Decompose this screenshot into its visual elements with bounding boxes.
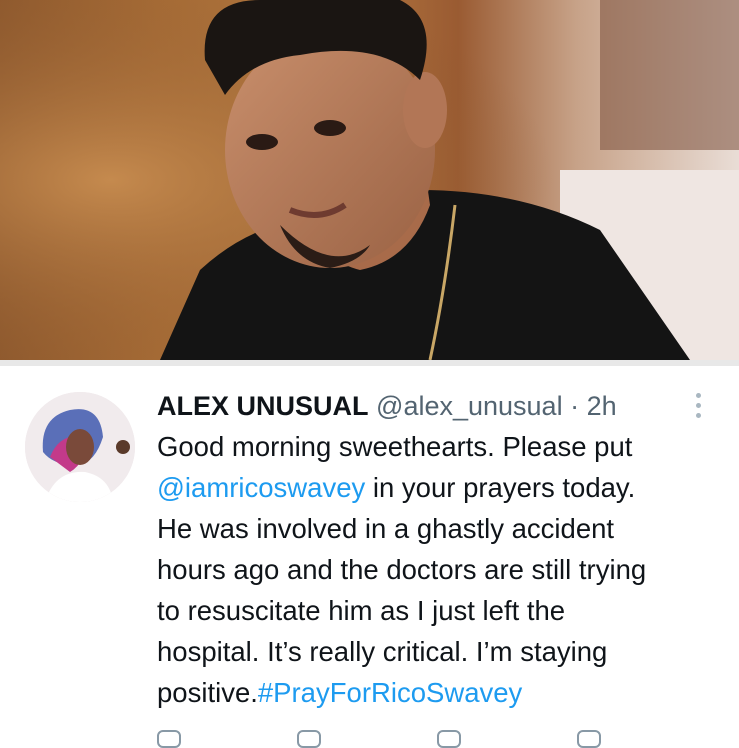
avatar[interactable]: [25, 392, 135, 502]
tweet-header: ALEX UNUSUAL @alex_unusual · 2h: [157, 386, 697, 426]
tweet-line: to resuscitate him as I just left the: [157, 595, 566, 626]
tweet-line: hours ago and the doctors are still tryi…: [157, 554, 647, 585]
tweet-card[interactable]: ALEX UNUSUAL @alex_unusual · 2h Good mor…: [0, 366, 739, 748]
mention-link[interactable]: @iamricoswavey: [157, 472, 365, 503]
tweet-line-rest: in your prayers today.: [365, 472, 636, 503]
tweet-line: positive.#PrayForRicoSwavey: [157, 672, 732, 713]
author-name[interactable]: ALEX UNUSUAL: [157, 391, 369, 421]
tweet-time[interactable]: 2h: [587, 391, 617, 421]
tweet-actions: [157, 730, 677, 748]
tweet-line: Good morning sweethearts. Please put: [157, 431, 633, 462]
time-separator: ·: [570, 391, 580, 421]
avatar-image: [25, 392, 135, 502]
reply-icon[interactable]: [157, 730, 181, 748]
tweet-line: He was involved in a ghastly accident: [157, 513, 615, 544]
tweet-line: hospital. It’s really critical. I’m stay…: [157, 636, 608, 667]
retweet-icon[interactable]: [297, 730, 321, 748]
tweet-text: Good morning sweethearts. Please put @ia…: [157, 426, 732, 713]
tweet-line: @iamricoswavey in your prayers today.: [157, 467, 732, 508]
more-vertical-icon[interactable]: [688, 388, 708, 422]
like-icon[interactable]: [437, 730, 461, 748]
author-handle[interactable]: @alex_unusual: [376, 391, 563, 421]
tweet-photo[interactable]: [0, 0, 739, 360]
share-icon[interactable]: [577, 730, 601, 748]
hashtag-link[interactable]: #PrayForRicoSwavey: [258, 677, 522, 708]
portrait-image: [0, 0, 739, 360]
tweet-line-prefix: positive.: [157, 677, 258, 708]
